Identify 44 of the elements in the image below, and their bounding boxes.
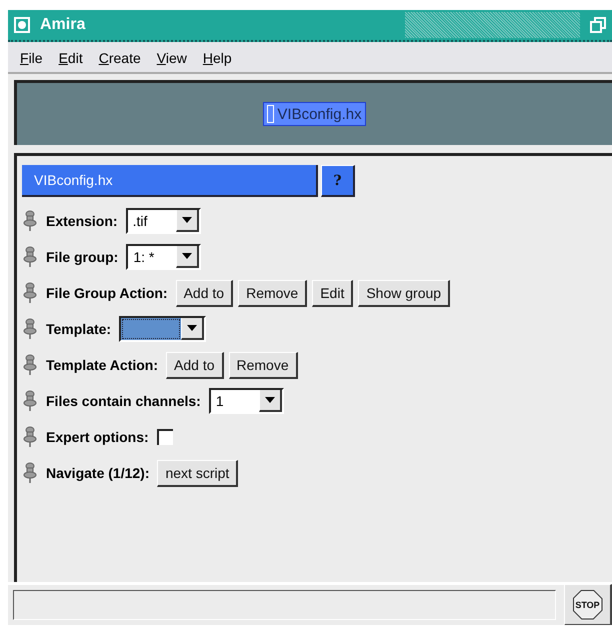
- menu-item[interactable]: View: [156, 50, 187, 66]
- checkbox[interactable]: [156, 429, 173, 445]
- action-button[interactable]: Remove: [238, 280, 308, 306]
- port-label: File Group Action:: [46, 285, 168, 301]
- action-button[interactable]: Add to: [166, 352, 224, 378]
- menu-item[interactable]: Help: [202, 50, 232, 66]
- port-label: Extension:: [46, 213, 118, 229]
- dropdown[interactable]: .tif: [126, 208, 201, 234]
- module-node[interactable]: VIBconfig.hx: [263, 102, 366, 126]
- stop-button[interactable]: STOP: [564, 584, 612, 625]
- port-label: Navigate (1/12):: [46, 465, 150, 481]
- dropdown[interactable]: 1: [208, 388, 284, 414]
- window-menu-icon[interactable]: [14, 17, 30, 33]
- port-label: File group:: [46, 249, 118, 265]
- module-title: VIBconfig.hx: [22, 165, 318, 197]
- pushpin-icon[interactable]: [22, 390, 38, 412]
- pushpin-icon[interactable]: [22, 354, 38, 376]
- pushpin-icon[interactable]: [22, 282, 38, 304]
- port-label: Files contain channels:: [46, 393, 201, 409]
- port-label: Template Action:: [46, 357, 158, 373]
- port-label: Template:: [46, 321, 112, 337]
- window-title: Amira: [40, 16, 86, 34]
- pushpin-icon[interactable]: [22, 462, 38, 484]
- help-button[interactable]: ?: [321, 165, 355, 197]
- action-button[interactable]: Show group: [358, 280, 450, 306]
- pushpin-icon[interactable]: [22, 426, 38, 448]
- maximize-icon[interactable]: [590, 17, 606, 33]
- action-button[interactable]: next script: [157, 460, 238, 486]
- pushpin-icon[interactable]: [22, 318, 38, 340]
- pushpin-icon[interactable]: [22, 210, 38, 232]
- caret-icon: [182, 253, 192, 259]
- caret-icon: [187, 325, 198, 331]
- action-button[interactable]: Edit: [312, 280, 354, 306]
- menu-item[interactable]: File: [20, 50, 43, 66]
- dropdown[interactable]: 1: *: [126, 244, 202, 270]
- caret-icon: [182, 217, 192, 223]
- caret-icon: [264, 397, 275, 403]
- action-button[interactable]: Remove: [228, 352, 298, 378]
- pushpin-icon[interactable]: [22, 246, 38, 268]
- action-button[interactable]: Add to: [176, 280, 234, 306]
- menu-item[interactable]: Edit: [58, 50, 83, 66]
- menu-item[interactable]: Create: [98, 50, 141, 66]
- dropdown[interactable]: [119, 316, 206, 342]
- port-label: Expert options:: [46, 429, 149, 445]
